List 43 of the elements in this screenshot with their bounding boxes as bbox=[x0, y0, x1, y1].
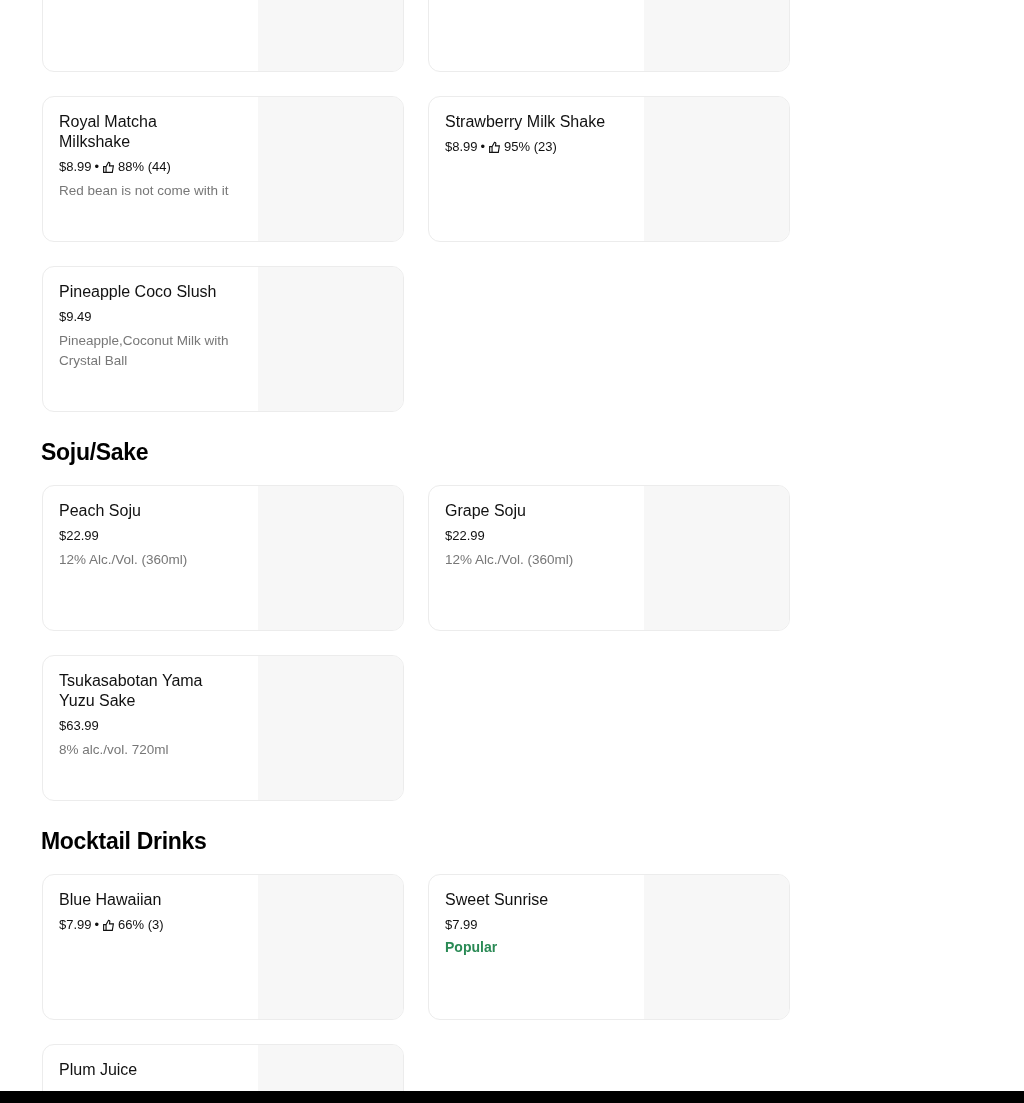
item-name: Strawberry Milk Shake bbox=[445, 112, 607, 132]
item-name: Tsukasabotan Yama Yuzu Sake bbox=[59, 671, 204, 711]
section-heading: Soju/Sake bbox=[41, 438, 149, 466]
item-price: $8.99 bbox=[59, 158, 92, 176]
separator-dot: • bbox=[480, 138, 486, 156]
item-name: Grape Soju bbox=[445, 501, 527, 521]
menu-item-card[interactable]: Grape Soju $22.99 12% Alc./Vol. (360ml) bbox=[428, 485, 790, 631]
item-name: Sweet Sunrise bbox=[445, 890, 550, 910]
item-rating: 88% (44) bbox=[118, 158, 171, 176]
popular-label: Popular bbox=[445, 938, 499, 957]
item-name: Peach Soju bbox=[59, 501, 142, 521]
item-price: $22.99 bbox=[445, 527, 485, 545]
menu-item-card[interactable]: Peach Soju $22.99 12% Alc./Vol. (360ml) bbox=[42, 485, 404, 631]
menu-item-card[interactable]: Blue Hawaiian $7.99 • 66% (3) bbox=[42, 874, 404, 1020]
item-description: Red bean is not come with it bbox=[59, 182, 230, 200]
item-rating: 66% (3) bbox=[118, 916, 164, 934]
item-price: $63.99 bbox=[59, 717, 99, 735]
item-name: Royal Matcha Milkshake bbox=[59, 112, 158, 152]
item-price: $22.99 bbox=[59, 527, 99, 545]
menu-item-card[interactable]: Plum Juice bbox=[42, 1044, 404, 1091]
thumbs-up-icon bbox=[488, 140, 502, 154]
item-description: Pineapple,Coconut Milk with Crystal Ball bbox=[59, 332, 230, 370]
item-price: $7.99 bbox=[445, 916, 478, 934]
menu-item-card[interactable]: Sweet Sunrise $7.99 Popular bbox=[428, 874, 790, 1020]
menu-item-card[interactable]: Tsukasabotan Yama Yuzu Sake $63.99 8% alc./vol. 720ml bbox=[42, 655, 404, 801]
item-price: $8.99 bbox=[445, 138, 478, 156]
item-description: 12% Alc./Vol. (360ml) bbox=[59, 551, 189, 569]
item-price: $7.99 bbox=[59, 916, 92, 934]
menu-item-card[interactable]: Royal Matcha Milkshake $8.99 • 88% (44) Red bean is not come with it bbox=[42, 96, 404, 242]
item-rating: 95% (23) bbox=[504, 138, 557, 156]
item-price: $9.49 bbox=[59, 308, 92, 326]
item-name: Blue Hawaiian bbox=[59, 890, 163, 910]
item-description: 12% Alc./Vol. (360ml) bbox=[445, 551, 575, 569]
item-name: Plum Juice bbox=[59, 1060, 139, 1080]
item-name: Pineapple Coco Slush bbox=[59, 282, 218, 302]
menu-item-card[interactable]: Strawberry Milk Shake $8.99 • 95% (23) bbox=[428, 96, 790, 242]
separator-dot: • bbox=[94, 916, 100, 934]
thumbs-up-icon bbox=[102, 918, 116, 932]
separator-dot: • bbox=[94, 158, 100, 176]
menu-item-card[interactable]: Pineapple Coco Slush $9.49 Pineapple,Coconut Milk with Crystal Ball bbox=[42, 266, 404, 412]
section-heading: Mocktail Drinks bbox=[41, 827, 207, 855]
thumbs-up-icon bbox=[102, 160, 116, 174]
item-description: 8% alc./vol. 720ml bbox=[59, 741, 170, 759]
